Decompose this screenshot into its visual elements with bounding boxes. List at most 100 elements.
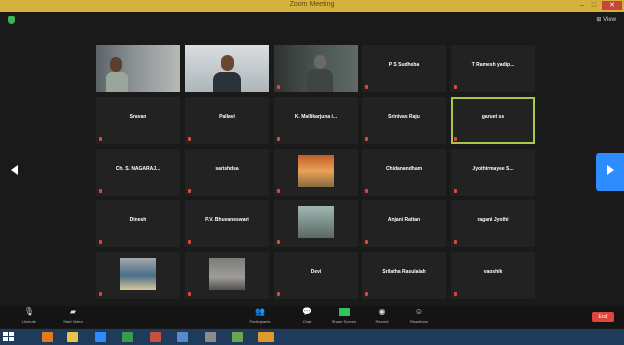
start-video-button[interactable]: ▰ Start Video bbox=[56, 308, 90, 325]
participant-name: Chidanandham bbox=[385, 166, 423, 172]
end-meeting-button[interactable]: End bbox=[592, 312, 614, 322]
participant-gallery: P S Sudheba T Ramesh yadip... Sravan Pallav… bbox=[96, 45, 536, 303]
participant-tile[interactable] bbox=[185, 45, 269, 92]
participant-name: Jyothirmayee S... bbox=[472, 166, 514, 172]
participant-tile[interactable]: ragani Jyothi bbox=[451, 200, 535, 247]
share-screen-icon bbox=[338, 308, 350, 316]
app-icon[interactable] bbox=[122, 332, 133, 342]
participants-button[interactable]: 👥 Participants bbox=[243, 308, 277, 325]
unmute-button[interactable]: 🎙 Unmute bbox=[12, 307, 46, 325]
participant-tile[interactable]: Chidanandham bbox=[362, 149, 446, 196]
muted-mic-icon bbox=[99, 240, 102, 244]
chevron-left-icon bbox=[11, 165, 18, 175]
ie-icon[interactable] bbox=[42, 332, 53, 342]
muted-mic-icon bbox=[454, 240, 457, 244]
start-button[interactable] bbox=[2, 331, 16, 343]
participant-tile[interactable]: P.V. Bhuvaneswari bbox=[185, 200, 269, 247]
participant-profile-picture bbox=[120, 258, 156, 290]
muted-mic-icon bbox=[454, 85, 457, 89]
participant-video bbox=[185, 45, 269, 92]
app-icon[interactable] bbox=[177, 332, 188, 342]
app-icon[interactable] bbox=[150, 332, 161, 342]
participant-profile-picture bbox=[298, 155, 334, 187]
record-icon: ◉ bbox=[378, 307, 386, 316]
participant-video bbox=[274, 45, 358, 92]
participant-tile[interactable]: Srilatha Rasulaiah bbox=[362, 252, 446, 299]
participant-tile[interactable] bbox=[274, 45, 358, 92]
muted-mic-icon bbox=[277, 189, 280, 193]
participant-tile[interactable]: K. Mallikarjuna i... bbox=[274, 97, 358, 144]
share-screen-button[interactable]: Share Screen bbox=[327, 308, 361, 324]
muted-mic-icon bbox=[188, 240, 191, 244]
record-button[interactable]: ◉ Record bbox=[365, 307, 399, 325]
folder-icon[interactable] bbox=[67, 332, 78, 342]
muted-mic-icon bbox=[454, 292, 457, 296]
participant-name: Devi bbox=[310, 269, 322, 275]
participant-name: K. Mallikarjuna i... bbox=[294, 114, 338, 120]
muted-mic-icon bbox=[99, 292, 102, 296]
muted-mic-icon bbox=[277, 292, 280, 296]
reactions-icon: ☺ bbox=[414, 307, 424, 316]
muted-mic-icon bbox=[365, 240, 368, 244]
participant-profile-picture bbox=[298, 206, 334, 238]
participant-tile[interactable]: Anjani Rattan bbox=[362, 200, 446, 247]
zoom-taskbar-icon[interactable] bbox=[95, 332, 106, 342]
muted-mic-icon bbox=[277, 240, 280, 244]
maximize-button[interactable]: □ bbox=[588, 1, 600, 10]
chevron-right-icon bbox=[607, 165, 614, 175]
participant-name: T Ramesh yadip... bbox=[471, 62, 515, 68]
participant-name: Ch. S. NAGARAJ... bbox=[115, 166, 161, 172]
participant-name: Srilatha Rasulaiah bbox=[382, 269, 426, 275]
participant-tile[interactable] bbox=[274, 200, 358, 247]
microphone-icon: 🎙 bbox=[23, 307, 35, 316]
participant-tile[interactable]: Pallavi bbox=[185, 97, 269, 144]
participant-profile-picture bbox=[209, 258, 245, 290]
participant-tile[interactable] bbox=[96, 45, 180, 92]
muted-mic-icon bbox=[188, 189, 191, 193]
muted-mic-icon bbox=[365, 189, 368, 193]
muted-mic-icon bbox=[454, 189, 457, 193]
muted-mic-icon bbox=[365, 137, 368, 141]
participant-name: sarishdsa bbox=[215, 166, 239, 172]
meeting-toolbar: 🎙 Unmute ▰ Start Video 👥 Participants 💬 … bbox=[0, 306, 624, 328]
security-shield-icon[interactable] bbox=[8, 16, 15, 24]
chat-icon: 💬 bbox=[302, 307, 312, 316]
participant-name: vaoshik bbox=[483, 269, 503, 275]
participant-name: Anjani Rattan bbox=[387, 217, 421, 223]
participant-tile[interactable]: Devi bbox=[274, 252, 358, 299]
chat-button[interactable]: 💬 Chat bbox=[290, 307, 324, 325]
participant-name: ragani Jyothi bbox=[477, 217, 509, 223]
participant-tile[interactable]: Sravan bbox=[96, 97, 180, 144]
participant-tile[interactable]: Dinesh bbox=[96, 200, 180, 247]
participant-name: Pallavi bbox=[219, 114, 235, 120]
close-button[interactable]: ✕ bbox=[602, 1, 622, 10]
participant-tile[interactable]: P S Sudheba bbox=[362, 45, 446, 92]
participant-name: Sravan bbox=[129, 114, 147, 120]
participant-name: P S Sudheba bbox=[388, 62, 420, 68]
windows-taskbar bbox=[0, 329, 624, 345]
muted-mic-icon bbox=[277, 137, 280, 141]
participant-name: Dinesh bbox=[129, 217, 147, 223]
participant-tile[interactable]: vaoshik bbox=[451, 252, 535, 299]
participant-video bbox=[96, 45, 180, 92]
muted-mic-icon bbox=[188, 292, 191, 296]
participant-tile[interactable] bbox=[96, 252, 180, 299]
app-icon[interactable] bbox=[232, 332, 243, 342]
app-icon[interactable] bbox=[258, 332, 274, 342]
minimize-button[interactable]: – bbox=[576, 1, 588, 10]
participant-tile[interactable] bbox=[274, 149, 358, 196]
participant-tile[interactable]: Jyothirmayee S... bbox=[451, 149, 535, 196]
participant-tile[interactable]: Ch. S. NAGARAJ... bbox=[96, 149, 180, 196]
muted-mic-icon bbox=[277, 85, 280, 89]
previous-page-button[interactable] bbox=[8, 153, 20, 189]
view-button[interactable]: ⊞ View bbox=[596, 16, 616, 23]
participant-tile[interactable]: garuet ss bbox=[451, 97, 535, 144]
participant-tile[interactable]: sarishdsa bbox=[185, 149, 269, 196]
reactions-button[interactable]: ☺ Reactions bbox=[402, 307, 436, 325]
participant-tile[interactable]: T Ramesh yadip... bbox=[451, 45, 535, 92]
participant-tile[interactable]: Srinivas Raju bbox=[362, 97, 446, 144]
participant-tile[interactable] bbox=[185, 252, 269, 299]
participant-name: garuet ss bbox=[481, 114, 505, 120]
next-page-button[interactable] bbox=[596, 153, 624, 191]
app-icon[interactable] bbox=[205, 332, 216, 342]
